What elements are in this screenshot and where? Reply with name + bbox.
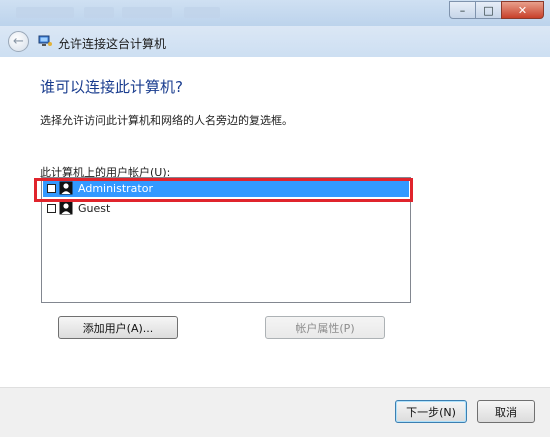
window-title: 允许连接这台计算机 xyxy=(58,37,167,51)
page-description: 选择允许访问此计算机和网络的人名旁边的复选框。 xyxy=(40,114,293,127)
wizard-footer: 下一步(N) 取消 xyxy=(0,387,550,437)
close-button[interactable]: ✕ xyxy=(501,1,544,19)
administrator-checkbox[interactable] xyxy=(47,183,56,193)
administrator-label: Administrator xyxy=(78,181,153,195)
wizard-content: 谁可以连接此计算机? 选择允许访问此计算机和网络的人名旁边的复选框。 此计算机上… xyxy=(0,57,550,387)
title-bar-blur xyxy=(122,7,172,18)
title-bar-blur xyxy=(184,7,220,18)
list-item-administrator[interactable]: Administrator xyxy=(43,179,409,197)
user-account-icon xyxy=(59,201,73,215)
guest-checkbox[interactable] xyxy=(47,203,56,213)
title-bar-blur xyxy=(84,7,114,18)
network-computer-icon xyxy=(38,35,52,46)
page-heading: 谁可以连接此计算机? xyxy=(40,78,183,96)
title-bar: – □ ✕ xyxy=(0,0,550,27)
user-account-list[interactable]: Administrator Guest xyxy=(41,177,411,303)
list-item-guest[interactable]: Guest xyxy=(43,199,409,217)
guest-label: Guest xyxy=(78,201,111,215)
back-arrow-icon: ← xyxy=(13,34,24,49)
title-bar-blur xyxy=(16,7,74,18)
maximize-button[interactable]: □ xyxy=(475,1,502,19)
next-button[interactable]: 下一步(N) xyxy=(395,400,467,423)
user-account-icon xyxy=(59,181,73,195)
account-properties-button[interactable]: 帐户属性(P) xyxy=(265,316,385,339)
cancel-button[interactable]: 取消 xyxy=(477,400,535,423)
window-controls: – □ ✕ xyxy=(449,1,544,19)
add-user-button[interactable]: 添加用户(A)... xyxy=(58,316,178,339)
back-button[interactable]: ← xyxy=(8,31,29,52)
minimize-button[interactable]: – xyxy=(449,1,476,19)
navigation-bar: ← 允许连接这台计算机 xyxy=(0,26,550,57)
